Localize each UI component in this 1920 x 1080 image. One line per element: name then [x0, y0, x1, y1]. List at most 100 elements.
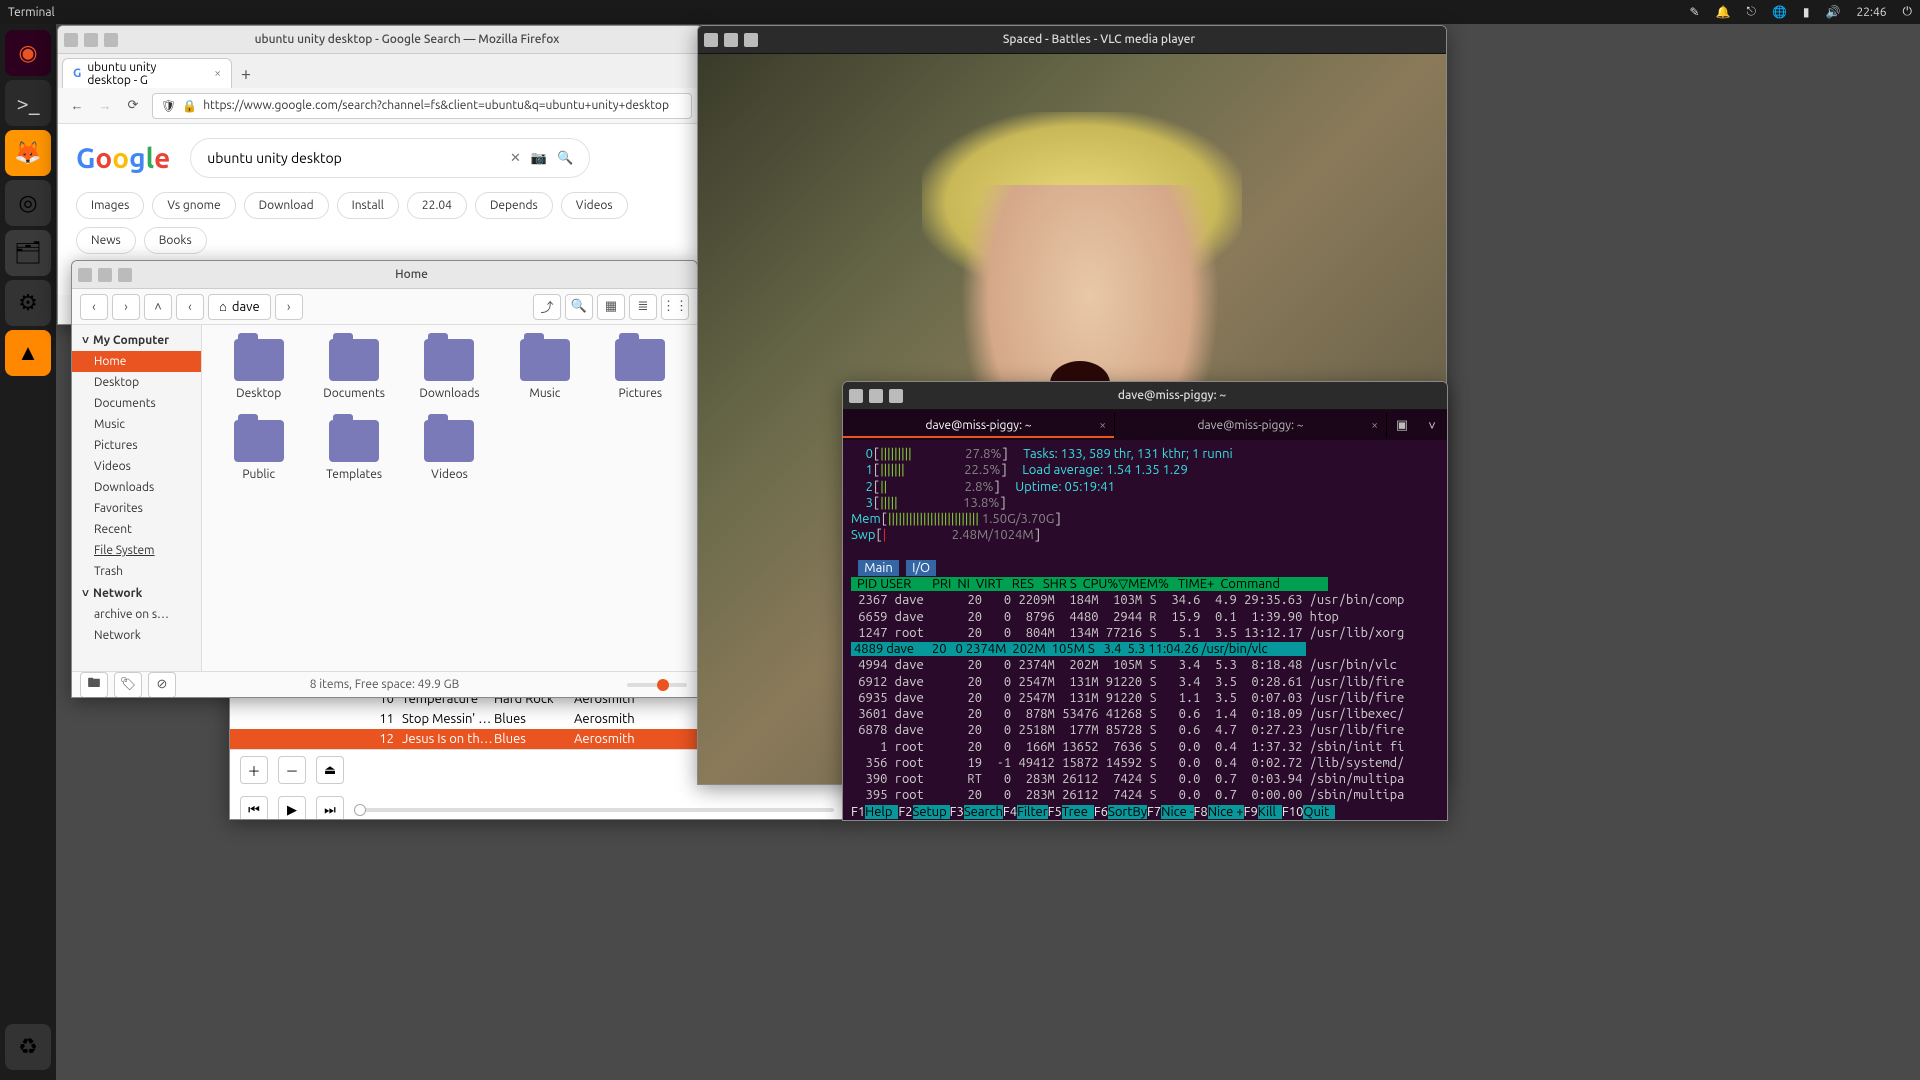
window-maximize-button[interactable] — [104, 33, 118, 47]
launcher-settings[interactable]: ⚙ — [5, 280, 51, 326]
sidebar-item[interactable]: Recent — [72, 519, 201, 540]
browser-tab[interactable]: G ubuntu unity desktop - G × — [62, 58, 232, 88]
tab-close-icon[interactable]: × — [1099, 419, 1106, 432]
launcher-trash[interactable]: ♻ — [5, 1024, 51, 1070]
sidebar-item[interactable]: archive on s… — [72, 604, 201, 625]
sidebar-item[interactable]: File System — [72, 540, 201, 561]
google-search-box[interactable]: ✕ 📷 🔍 — [190, 138, 590, 178]
url-bar[interactable]: 🛡 🔒 https://www.google.com/search?channe… — [152, 93, 692, 119]
window-maximize-button[interactable] — [889, 389, 903, 403]
search-chip[interactable]: Install — [337, 192, 399, 219]
notifications-icon[interactable]: 🔔 — [1716, 5, 1731, 19]
reload-button[interactable]: ⟳ — [124, 98, 142, 113]
sidebar-item[interactable]: Desktop — [72, 372, 201, 393]
folder-item[interactable]: Public — [216, 420, 301, 481]
new-tab-button[interactable]: + — [232, 60, 260, 88]
search-chip[interactable]: News — [76, 227, 136, 254]
launcher-dash[interactable]: ◉ — [5, 30, 51, 76]
window-minimize-button[interactable] — [84, 33, 98, 47]
sidebar-item[interactable]: Videos — [72, 456, 201, 477]
rb-add-button[interactable]: ＋ — [240, 756, 268, 784]
window-close-button[interactable] — [849, 389, 863, 403]
search-chip[interactable]: 22.04 — [407, 192, 467, 219]
folder-item[interactable]: Music — [502, 339, 587, 400]
folder-item[interactable]: Pictures — [598, 339, 683, 400]
sidebar-item[interactable]: Favorites — [72, 498, 201, 519]
clear-icon[interactable]: ✕ — [510, 151, 521, 166]
search-chip[interactable]: Books — [144, 227, 207, 254]
rb-eject-button[interactable]: ⏏ — [316, 756, 344, 784]
lens-icon[interactable]: 📷 — [531, 151, 547, 166]
zoom-slider[interactable] — [627, 683, 687, 687]
sidebar-section[interactable]: ˅Network — [72, 582, 201, 604]
launcher-vlc[interactable]: ▲ — [5, 330, 51, 376]
search-chip[interactable]: Download — [244, 192, 329, 219]
battery-icon[interactable]: ▮ — [1803, 5, 1810, 19]
window-minimize-button[interactable] — [869, 389, 883, 403]
folder-item[interactable]: Downloads — [407, 339, 492, 400]
sidebar-section[interactable]: ˅My Computer — [72, 329, 201, 351]
launcher-firefox[interactable]: 🦊 — [5, 130, 51, 176]
bluetooth-icon[interactable]: ⎋ — [1746, 5, 1756, 19]
show-treeview-button[interactable]: 🖿 — [80, 672, 108, 698]
close-sidebar-button[interactable]: ⊘ — [148, 672, 176, 698]
sidebar-item[interactable]: Home — [72, 351, 201, 372]
terminal-new-tab[interactable]: ▣ — [1387, 418, 1417, 433]
tab-close-icon[interactable]: × — [214, 67, 221, 80]
network-icon[interactable]: 🌐 — [1772, 5, 1787, 19]
search-icon[interactable]: 🔍 — [557, 151, 573, 166]
search-chip[interactable]: Depends — [475, 192, 553, 219]
nav-up-button[interactable]: ˄ — [144, 294, 172, 320]
nav-back-button[interactable]: ‹ — [80, 294, 108, 320]
files-icon-view[interactable]: DesktopDocumentsDownloadsMusicPictures Pu… — [202, 325, 697, 671]
window-close-button[interactable] — [704, 33, 718, 47]
window-minimize-button[interactable] — [724, 33, 738, 47]
path-next-button[interactable]: › — [275, 294, 303, 320]
search-chip[interactable]: Videos — [561, 192, 628, 219]
window-close-button[interactable] — [78, 268, 92, 282]
sidebar-item[interactable]: Downloads — [72, 477, 201, 498]
volume-icon[interactable]: 🔊 — [1826, 5, 1841, 19]
list-view-button[interactable]: ≣ — [629, 294, 657, 320]
sidebar-item[interactable]: Music — [72, 414, 201, 435]
window-minimize-button[interactable] — [98, 268, 112, 282]
show-places-button[interactable]: 🏷 — [114, 672, 142, 698]
rb-prev-button[interactable]: ⏮ — [240, 796, 268, 820]
terminal-tab[interactable]: dave@miss-piggy: ~× — [843, 413, 1115, 438]
google-logo[interactable]: Google — [76, 143, 170, 174]
compact-view-button[interactable]: ⋮⋮ — [661, 294, 689, 320]
toggle-location-button[interactable]: ⤴ — [533, 294, 561, 320]
terminal-tab[interactable]: dave@miss-piggy: ~× — [1115, 413, 1387, 438]
icon-view-button[interactable]: ▦ — [597, 294, 625, 320]
path-segment[interactable]: ⌂dave — [208, 294, 271, 320]
sidebar-item[interactable]: Trash — [72, 561, 201, 582]
window-close-button[interactable] — [64, 33, 78, 47]
sidebar-item[interactable]: Network — [72, 625, 201, 646]
sidebar-item[interactable]: Documents — [72, 393, 201, 414]
search-input[interactable] — [207, 150, 500, 166]
window-maximize-button[interactable] — [744, 33, 758, 47]
launcher-terminal[interactable]: >_ — [5, 80, 51, 126]
search-chip[interactable]: Vs gnome — [152, 192, 235, 219]
window-maximize-button[interactable] — [118, 268, 132, 282]
folder-item[interactable]: Videos — [407, 420, 492, 481]
rb-play-button[interactable]: ▶ — [278, 796, 306, 820]
power-icon[interactable]: ⏻ — [1903, 5, 1913, 19]
folder-item[interactable]: Desktop — [216, 339, 301, 400]
folder-item[interactable]: Documents — [311, 339, 396, 400]
clock[interactable]: 22:46 — [1856, 6, 1886, 19]
terminal-output[interactable]: 0[||||||||| 27.8%] Tasks: 133, 589 thr, … — [843, 440, 1447, 820]
terminal-menu[interactable]: ˅ — [1417, 418, 1447, 433]
back-button[interactable]: ← — [68, 98, 86, 113]
folder-item[interactable]: Templates — [311, 420, 396, 481]
launcher-files[interactable]: 🗂 — [5, 230, 51, 276]
forward-button[interactable]: → — [96, 98, 114, 113]
sidebar-item[interactable]: Pictures — [72, 435, 201, 456]
nav-forward-button[interactable]: › — [112, 294, 140, 320]
search-chip[interactable]: Images — [76, 192, 144, 219]
indicator-icon[interactable]: ✎ — [1689, 5, 1699, 19]
search-button[interactable]: 🔍 — [565, 294, 593, 320]
tab-close-icon[interactable]: × — [1371, 419, 1378, 432]
launcher-rhythmbox[interactable]: ◎ — [5, 180, 51, 226]
path-root-button[interactable]: ‹ — [176, 294, 204, 320]
